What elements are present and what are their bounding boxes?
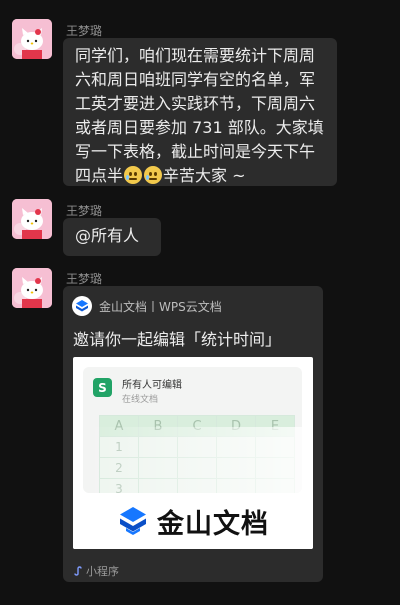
brand-banner: 金山文档 (73, 493, 313, 549)
message-text: 辛苦大家 ~ (163, 166, 246, 185)
card-title: 邀请你一起编辑「统计时间」 (73, 330, 282, 349)
crying-emoji-icon (124, 166, 143, 184)
card-source-label: 金山文档丨WPS云文档 (99, 299, 222, 314)
message-line: 同学们，咱们现在需要统计下周周 (75, 46, 316, 65)
doc-name: 所有人可编辑 (122, 380, 182, 391)
avatar[interactable] (12, 268, 52, 308)
message-line-last: 四点半 辛苦大家 ~ (75, 164, 325, 188)
card-source: 金山文档丨WPS云文档 (72, 296, 222, 316)
hello-kitty-avatar-icon (12, 268, 52, 308)
message-line: 或者周日要参加 731 部队。大家填 (75, 118, 324, 137)
sender-name: 王梦璐 (66, 204, 103, 218)
brand-name: 金山文档 (157, 508, 269, 540)
message-line: 六和周日咱班同学有空的名单，军 (75, 70, 316, 89)
mini-program-text: 小程序 (86, 565, 119, 578)
avatar[interactable] (12, 19, 52, 59)
message-line: 写一下表格，截止时间是今天下午 (75, 142, 316, 161)
sender-name: 王梦璐 (66, 24, 103, 38)
sender-name: 王梦璐 (66, 272, 103, 286)
doc-type: 在线文档 (122, 395, 159, 405)
mini-program-card[interactable]: 金山文档丨WPS云文档 邀请你一起编辑「统计时间」 S 所有人可编辑 在线文档 … (63, 286, 323, 582)
message-bubble[interactable]: 同学们，咱们现在需要统计下周周 六和周日咱班同学有空的名单，军 工英才要进入实践… (63, 38, 337, 186)
message-bubble[interactable]: @所有人 (63, 218, 161, 256)
doc-preview: S 所有人可编辑 在线文档 A B C D E 1 (83, 367, 302, 493)
sheet-icon: S (93, 378, 112, 397)
hello-kitty-avatar-icon (12, 19, 52, 59)
avatar[interactable] (12, 199, 52, 239)
sheet-fade (83, 427, 302, 493)
crying-emoji-icon (144, 166, 163, 184)
card-preview[interactable]: S 所有人可编辑 在线文档 A B C D E 1 (73, 357, 313, 549)
message-text: 四点半 (75, 166, 124, 185)
mention-all-text: @所有人 (75, 226, 140, 245)
hello-kitty-avatar-icon (12, 199, 52, 239)
mini-program-label: 小程序 (73, 563, 119, 579)
message-line: 工英才要进入实践环节，下周周六 (75, 94, 316, 113)
mini-program-icon (74, 566, 82, 576)
kdocs-logo-icon (72, 296, 92, 316)
kdocs-brand-icon (120, 507, 146, 535)
